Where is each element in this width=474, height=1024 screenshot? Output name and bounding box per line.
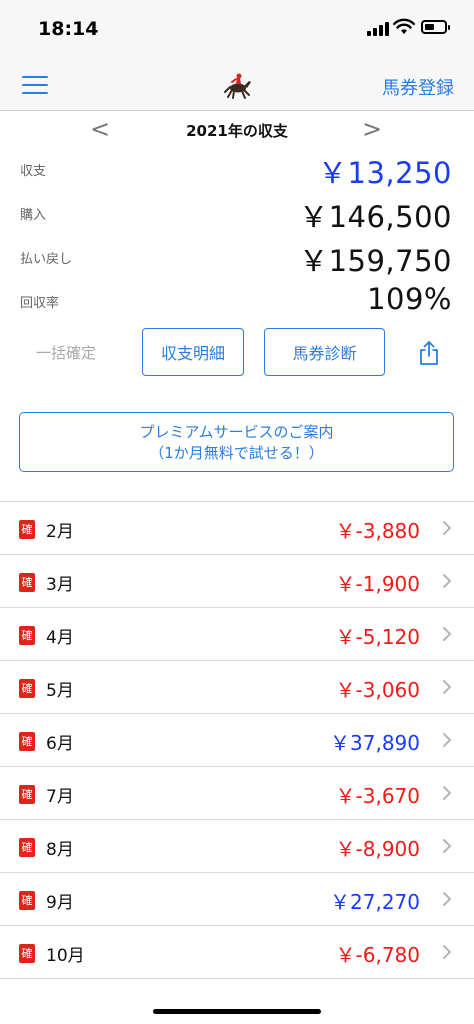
home-indicator[interactable] xyxy=(153,1009,321,1014)
register-ticket-button[interactable]: 馬券登録 xyxy=(382,74,454,100)
confirmed-badge: 確 xyxy=(19,732,35,751)
summary-label: 収支 xyxy=(20,164,47,179)
month-amount: ￥-8,900 xyxy=(335,837,420,861)
summary-label: 購入 xyxy=(20,208,47,223)
month-label: 3月 xyxy=(46,575,74,595)
navigation-bar: 馬券登録 xyxy=(0,60,474,111)
confirmed-badge: 確 xyxy=(19,573,35,592)
month-amount: ￥-3,880 xyxy=(335,519,420,543)
month-amount: ￥-5,120 xyxy=(335,625,420,649)
month-row-jul[interactable]: 確 7月 ￥-3,670 xyxy=(0,767,474,820)
year-header: < 2021年の収支 > xyxy=(0,115,474,148)
month-row-mar[interactable]: 確 3月 ￥-1,900 xyxy=(0,555,474,608)
chevron-right-icon xyxy=(443,521,451,535)
month-row-oct[interactable]: 確 10月 ￥-6,780 xyxy=(0,926,474,979)
next-year-button[interactable]: > xyxy=(362,115,382,143)
month-amount: ￥27,270 xyxy=(330,890,420,914)
month-label: 10月 xyxy=(46,946,85,966)
month-amount: ￥-3,670 xyxy=(335,784,420,808)
status-bar: 18:14 xyxy=(0,0,474,60)
wifi-icon xyxy=(393,18,415,34)
share-icon[interactable] xyxy=(418,340,440,366)
month-row-jun[interactable]: 確 6月 ￥37,890 xyxy=(0,714,474,767)
month-row-aug[interactable]: 確 8月 ￥-8,900 xyxy=(0,820,474,873)
premium-title: プレミアムサービスのご案内 xyxy=(139,423,334,441)
monthly-list: 確 2月 ￥-3,880 確 3月 ￥-1,900 確 4月 ￥-5,120 確… xyxy=(0,501,474,979)
confirmed-badge: 確 xyxy=(19,626,35,645)
racehorse-logo-icon xyxy=(224,73,251,99)
confirmed-badge: 確 xyxy=(19,891,35,910)
battery-icon xyxy=(421,20,450,34)
bulk-confirm-button[interactable]: 一括確定 xyxy=(36,342,96,363)
chevron-right-icon xyxy=(443,680,451,694)
summary-label: 回収率 xyxy=(20,296,60,311)
month-amount: ￥-1,900 xyxy=(335,572,420,596)
confirmed-badge: 確 xyxy=(19,520,35,539)
month-label: 2月 xyxy=(46,522,74,542)
month-row-may[interactable]: 確 5月 ￥-3,060 xyxy=(0,661,474,714)
month-amount: ￥-6,780 xyxy=(335,943,420,967)
chevron-right-icon xyxy=(443,733,451,747)
hamburger-menu-icon[interactable] xyxy=(22,76,48,94)
status-time: 18:14 xyxy=(38,18,99,40)
confirmed-badge: 確 xyxy=(19,785,35,804)
month-label: 4月 xyxy=(46,628,74,648)
month-label: 9月 xyxy=(46,893,74,913)
summary-purchase: 購入 ￥146,500 xyxy=(0,194,474,238)
month-label: 7月 xyxy=(46,787,74,807)
chevron-right-icon xyxy=(443,945,451,959)
year-title: 2021年の収支 xyxy=(186,122,288,140)
summary-value: ￥13,250 xyxy=(318,156,452,190)
summary-balance: 収支 ￥13,250 xyxy=(0,150,474,194)
month-row-sep[interactable]: 確 9月 ￥27,270 xyxy=(0,873,474,926)
premium-service-button[interactable]: プレミアムサービスのご案内 （1か月無料で試せる！） xyxy=(19,412,454,472)
confirmed-badge: 確 xyxy=(19,679,35,698)
month-label: 8月 xyxy=(46,840,74,860)
month-amount: ￥37,890 xyxy=(330,731,420,755)
cellular-signal-icon xyxy=(367,22,389,36)
diagnosis-button[interactable]: 馬券診断 xyxy=(264,328,385,376)
chevron-right-icon xyxy=(443,627,451,641)
chevron-right-icon xyxy=(443,574,451,588)
month-row-apr[interactable]: 確 4月 ￥-5,120 xyxy=(0,608,474,661)
confirmed-badge: 確 xyxy=(19,838,35,857)
summary-value: 109% xyxy=(367,282,452,316)
premium-subtitle: （1か月無料で試せる！） xyxy=(149,444,324,462)
chevron-right-icon xyxy=(443,892,451,906)
action-bar: 一括確定 収支明細 馬券診断 xyxy=(0,328,474,378)
chevron-right-icon xyxy=(443,839,451,853)
detail-button[interactable]: 収支明細 xyxy=(142,328,244,376)
month-label: 5月 xyxy=(46,681,74,701)
chevron-right-icon xyxy=(443,786,451,800)
month-label: 6月 xyxy=(46,734,74,754)
summary-return-rate: 回収率 109% xyxy=(0,282,474,326)
summary-payout: 払い戻し ￥159,750 xyxy=(0,238,474,282)
month-amount: ￥-3,060 xyxy=(335,678,420,702)
month-row-feb[interactable]: 確 2月 ￥-3,880 xyxy=(0,502,474,555)
confirmed-badge: 確 xyxy=(19,944,35,963)
summary-value: ￥146,500 xyxy=(299,200,452,234)
summary-label: 払い戻し xyxy=(20,252,73,267)
summary-value: ￥159,750 xyxy=(299,244,452,278)
